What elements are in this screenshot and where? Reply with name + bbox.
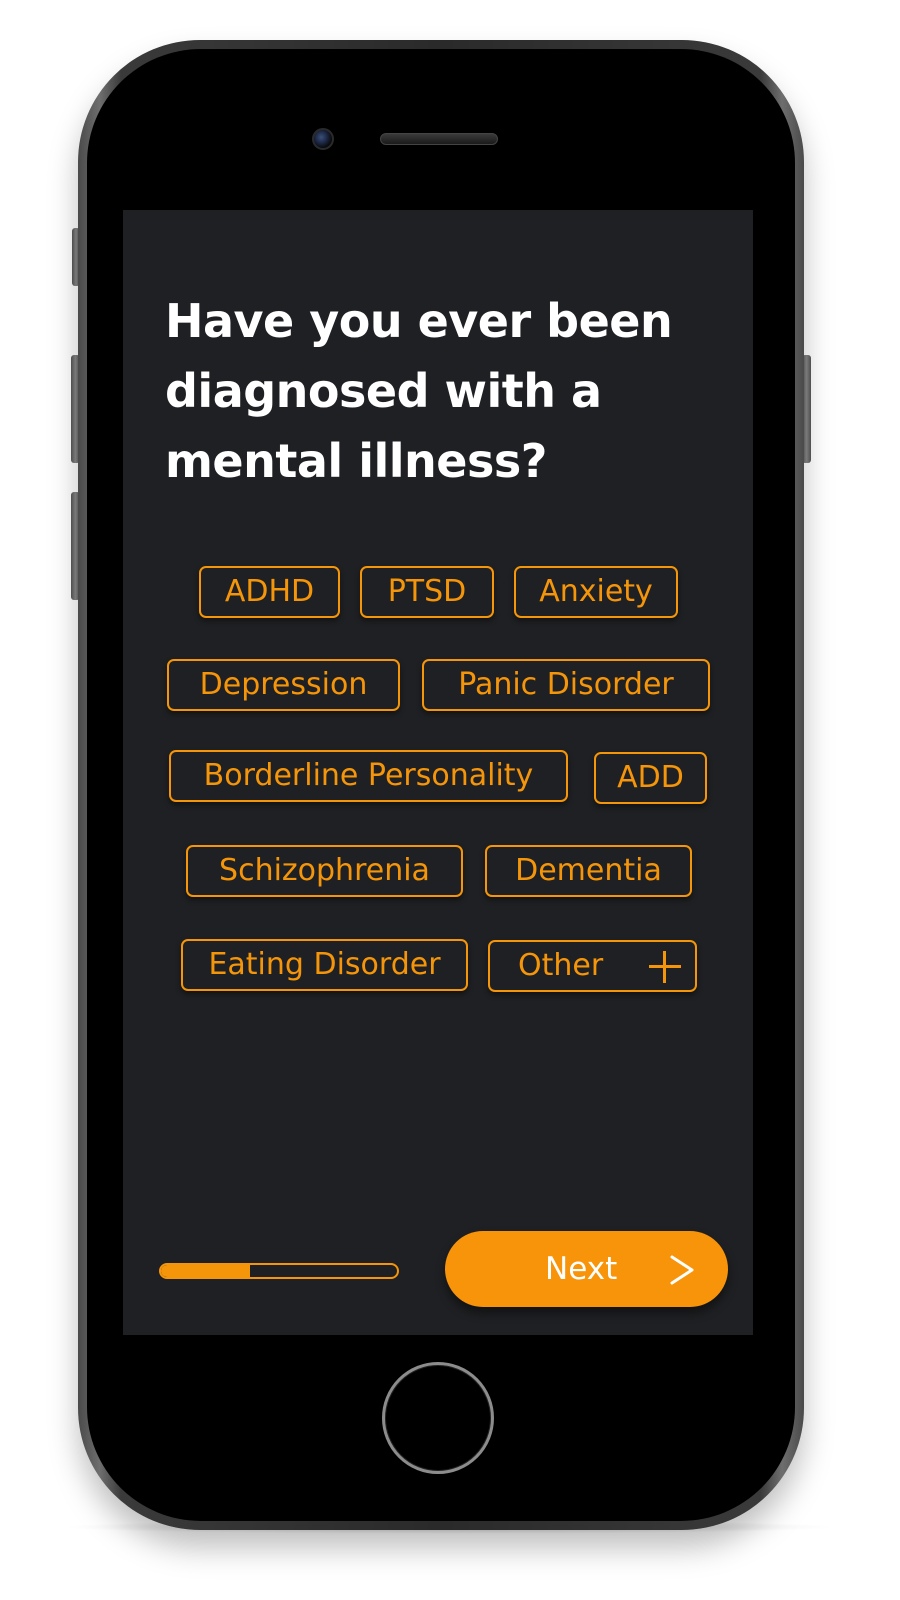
option-add[interactable]: ADD [594,752,707,804]
app-screen: Have you ever been diagnosed with a ment… [123,210,753,1335]
question-title: Have you ever been diagnosed with a ment… [165,286,725,496]
question-line-2: diagnosed with a [165,364,602,418]
option-adhd[interactable]: ADHD [199,566,340,618]
option-ptsd[interactable]: PTSD [360,566,494,618]
option-eating-disorder[interactable]: Eating Disorder [181,939,468,991]
option-other[interactable]: Other [488,940,697,992]
next-button[interactable]: Next [445,1231,728,1307]
home-button[interactable] [382,1362,494,1474]
question-line-3: mental illness? [165,434,547,488]
progress-bar-fill [161,1265,250,1277]
option-borderline-personality[interactable]: Borderline Personality [169,750,568,802]
option-depression[interactable]: Depression [167,659,400,711]
chevron-right-icon [670,1255,694,1285]
option-anxiety[interactable]: Anxiety [514,566,678,618]
option-panic-disorder[interactable]: Panic Disorder [422,659,710,711]
option-other-label: Other [518,948,604,983]
earpiece-speaker [380,133,498,145]
device-mockup: Have you ever been diagnosed with a ment… [0,0,900,1600]
plus-icon [647,951,681,983]
question-line-1: Have you ever been [165,294,673,348]
next-button-label: Next [545,1251,618,1287]
option-schizophrenia[interactable]: Schizophrenia [186,845,463,897]
option-dementia[interactable]: Dementia [485,845,692,897]
front-camera [312,128,334,150]
progress-bar [159,1263,399,1279]
